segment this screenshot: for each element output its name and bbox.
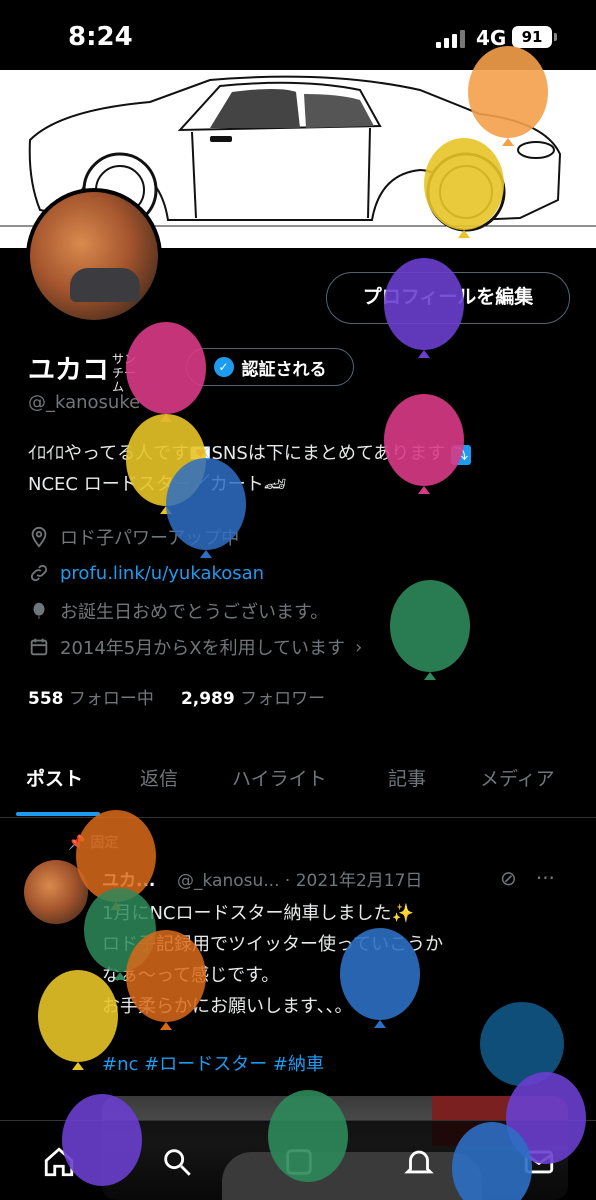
get-verified-button[interactable]: ✓ 認証される	[186, 348, 354, 386]
bio-line-2: NCEC ロードスター／カート🏎	[28, 474, 287, 495]
get-verified-label: 認証される	[241, 359, 327, 380]
battery-icon: 91	[512, 26, 557, 48]
website-link[interactable]: profu.link/u/yukakosan	[60, 563, 264, 584]
verified-badge-icon: ✓	[213, 357, 234, 377]
balloon-icon	[76, 810, 156, 910]
profile-avatar[interactable]	[26, 188, 162, 324]
messages-icon[interactable]	[522, 1145, 556, 1179]
location-text: ロド子パワーアップ中	[60, 528, 240, 549]
grok-icon[interactable]: ⊘	[500, 866, 517, 890]
post-hashtags[interactable]: #nc #ロードスター #納車	[102, 1050, 324, 1076]
post-line-4: お手柔らかにお願いします、、。	[102, 996, 353, 1017]
tab-replies[interactable]: 返信	[140, 764, 178, 791]
active-tab-indicator	[16, 812, 100, 816]
followers-count: 2,989	[180, 689, 235, 709]
tab-articles[interactable]: 記事	[388, 764, 426, 791]
profile-birthday: お誕生日おめでとうございます。	[28, 598, 328, 624]
clock: 8:24	[68, 22, 133, 52]
post-author-name[interactable]: ユカ...	[102, 871, 155, 891]
following-label: フォロー中	[68, 689, 154, 709]
search-icon[interactable]	[160, 1145, 194, 1179]
display-name-suffix: サンチーム	[112, 352, 137, 394]
home-icon[interactable]	[42, 1145, 76, 1179]
following-count: 558	[28, 689, 64, 709]
followers-label: フォロワー	[240, 689, 326, 709]
bottom-navigation	[0, 1120, 596, 1200]
post-header: ユカ... @_kanosu... · 2021年2月17日	[102, 866, 422, 891]
profile-bio: ｲﾛｲﾛやってる人です💌SNSは下にまとめてあります ⤵ NCEC ロードスター…	[28, 438, 568, 500]
location-pin-icon	[31, 526, 47, 548]
notifications-icon[interactable]	[402, 1145, 436, 1179]
network-type: 4G	[476, 26, 507, 50]
chevron-right-icon[interactable]: ›	[355, 637, 362, 658]
post-date: · 2021年2月17日	[284, 871, 423, 891]
profile-joined: 2014年5月からXを利用しています ›	[28, 634, 362, 660]
post-actions: ⊘ ···	[500, 866, 555, 890]
follow-stats: 558 フォロー中 2,989 フォロワー	[28, 684, 325, 709]
profile-location: ロド子パワーアップ中	[28, 524, 239, 550]
avatar	[30, 192, 158, 320]
following-link[interactable]: 558 フォロー中	[28, 689, 154, 709]
post-line-2: ロド子記録用でツイッター使っていこうか	[102, 934, 444, 955]
followers-link[interactable]: 2,989 フォロワー	[181, 689, 325, 709]
tab-highlights[interactable]: ハイライト	[232, 764, 327, 791]
tab-posts[interactable]: ポスト	[26, 764, 83, 791]
post-text: 1月にNCロードスター納車しました✨ ロド子記録用でツイッター使っていこうか な…	[102, 898, 522, 1022]
grok-icon[interactable]	[282, 1145, 316, 1179]
birthday-text: お誕生日おめでとうございます。	[60, 602, 329, 623]
post-line-1: 1月にNCロードスター納車しました✨	[102, 903, 414, 924]
compose-post-button[interactable]	[480, 1002, 564, 1086]
arrow-down-icon: ⤵	[451, 445, 472, 465]
joined-text: 2014年5月からXを利用しています	[60, 638, 346, 659]
profile-tabs: ポスト 返信 ハイライト 記事 メディア	[0, 748, 596, 818]
link-icon	[30, 564, 48, 582]
more-options-icon[interactable]: ···	[536, 866, 555, 890]
balloon-icon	[33, 602, 45, 619]
pinned-label: 📌 固定	[68, 835, 119, 851]
balloon-icon	[390, 580, 470, 680]
post-author-handle: @_kanosu...	[177, 871, 280, 891]
pinned-text: 固定	[90, 835, 119, 851]
tab-media[interactable]: メディア	[480, 764, 555, 791]
display-name: ユカコ	[28, 355, 109, 386]
post-line-3: なぁ〜って感じです。	[102, 965, 280, 986]
post-avatar[interactable]	[24, 860, 88, 924]
calendar-icon	[30, 638, 48, 656]
edit-profile-button[interactable]: プロフィールを編集	[326, 272, 570, 324]
status-bar: 8:24 4G 91	[0, 0, 596, 72]
profile-website[interactable]: profu.link/u/yukakosan	[28, 562, 264, 584]
signal-icon	[436, 30, 466, 48]
profile-handle: @_kanosuke	[28, 392, 141, 413]
bio-line-1: ｲﾛｲﾛやってる人です💌SNSは下にまとめてあります	[28, 443, 446, 464]
